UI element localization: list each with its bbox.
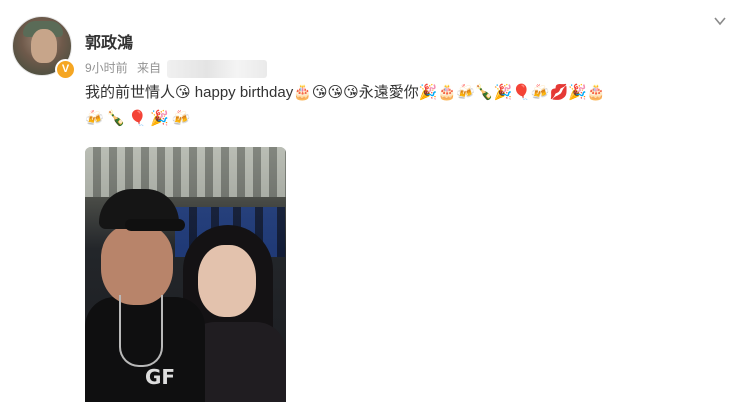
source-label: 来自	[137, 61, 162, 75]
post-text-line-1: 我的前世情人😘 happy birthday🎂😘😘😘永遠愛你🎉🎂🍻🍾🎉🎈🍻💋🎉🎂	[85, 84, 606, 101]
avatar-container[interactable]: V	[12, 16, 76, 80]
post-photo[interactable]: GF	[85, 147, 286, 402]
photo-cap-brim	[125, 219, 185, 231]
username[interactable]: 郭政鴻	[85, 29, 133, 53]
chevron-down-icon[interactable]	[713, 14, 727, 28]
post-text: 我的前世情人😘 happy birthday🎂😘😘😘永遠愛你🎉🎂🍻🍾🎉🎈🍻💋🎉🎂…	[85, 80, 725, 132]
weibo-post: V 郭政鴻 9小时前 来自 我的前世情人😘 happy birthday🎂😘😘😘…	[0, 0, 733, 402]
blurred-source	[167, 59, 268, 78]
photo-shirt-text: GF	[145, 365, 176, 389]
verified-badge-icon: V	[55, 59, 76, 80]
avatar-face	[31, 29, 57, 63]
photo-chain	[119, 295, 163, 367]
photo-background-shelf	[85, 147, 286, 197]
post-time[interactable]: 9小时前	[85, 61, 128, 75]
post-text-line-2: 🍻🍾🎈🎉🍻	[85, 110, 194, 127]
photo-man-face	[101, 225, 173, 305]
photo-person-face	[198, 245, 256, 317]
post-meta: 9小时前 来自	[85, 59, 273, 78]
